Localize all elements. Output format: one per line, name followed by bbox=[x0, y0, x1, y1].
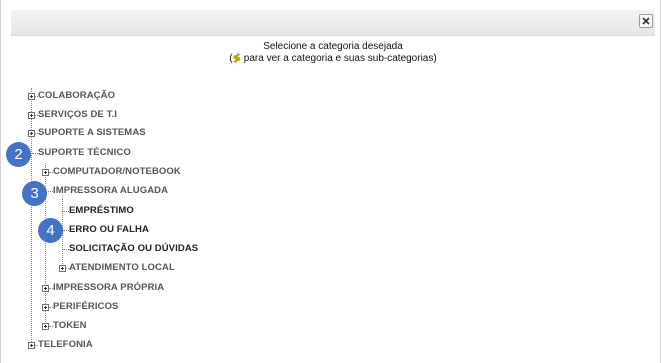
tree-node-servicos-ti[interactable]: SERVIÇOS DE T.I bbox=[38, 109, 117, 121]
category-tree: COLABORAÇÃO SERVIÇOS DE T.I SUPORTE A SI… bbox=[0, 0, 661, 363]
tree-connector bbox=[46, 191, 53, 192]
expand-toggle-icon[interactable] bbox=[28, 93, 35, 100]
step-marker-3: 3 bbox=[22, 181, 47, 206]
expand-toggle-icon[interactable] bbox=[28, 130, 35, 137]
tree-node-solicitacao-duvidas[interactable]: SOLICITAÇÃO OU DÚVIDAS bbox=[69, 243, 198, 255]
expand-toggle-icon[interactable] bbox=[28, 112, 35, 119]
expand-toggle-icon[interactable] bbox=[42, 304, 49, 311]
tree-guide-root bbox=[31, 88, 32, 346]
expand-toggle-icon[interactable] bbox=[42, 323, 49, 330]
expand-toggle-icon[interactable] bbox=[59, 265, 66, 272]
tree-node-impressora-alugada[interactable]: IMPRESSORA ALUGADA bbox=[53, 185, 168, 197]
tree-node-emprestimo[interactable]: EMPRÉSTIMO bbox=[69, 205, 134, 217]
tree-node-token[interactable]: TOKEN bbox=[53, 320, 87, 332]
expand-toggle-icon[interactable] bbox=[42, 169, 49, 176]
tree-node-erro-falha[interactable]: ERRO OU FALHA bbox=[69, 224, 149, 236]
expand-toggle-icon[interactable] bbox=[28, 342, 35, 349]
tree-node-atendimento-local[interactable]: ATENDIMENTO LOCAL bbox=[69, 262, 175, 274]
tree-node-suporte-tecnico[interactable]: SUPORTE TÉCNICO bbox=[38, 147, 131, 159]
step-marker-2: 2 bbox=[6, 142, 31, 167]
step-marker-4: 4 bbox=[38, 218, 63, 243]
tree-node-computador-notebook[interactable]: COMPUTADOR/NOTEBOOK bbox=[53, 166, 181, 178]
tree-node-perifericos[interactable]: PERIFÉRICOS bbox=[53, 301, 119, 313]
tree-node-telefonia[interactable]: TELEFONIA bbox=[38, 339, 93, 351]
tree-node-colaboracao[interactable]: COLABORAÇÃO bbox=[38, 90, 115, 102]
tree-node-suporte-sistemas[interactable]: SUPORTE A SISTEMAS bbox=[38, 127, 146, 139]
expand-toggle-icon[interactable] bbox=[42, 285, 49, 292]
tree-node-impressora-propria[interactable]: IMPRESSORA PRÓPRIA bbox=[53, 282, 164, 294]
